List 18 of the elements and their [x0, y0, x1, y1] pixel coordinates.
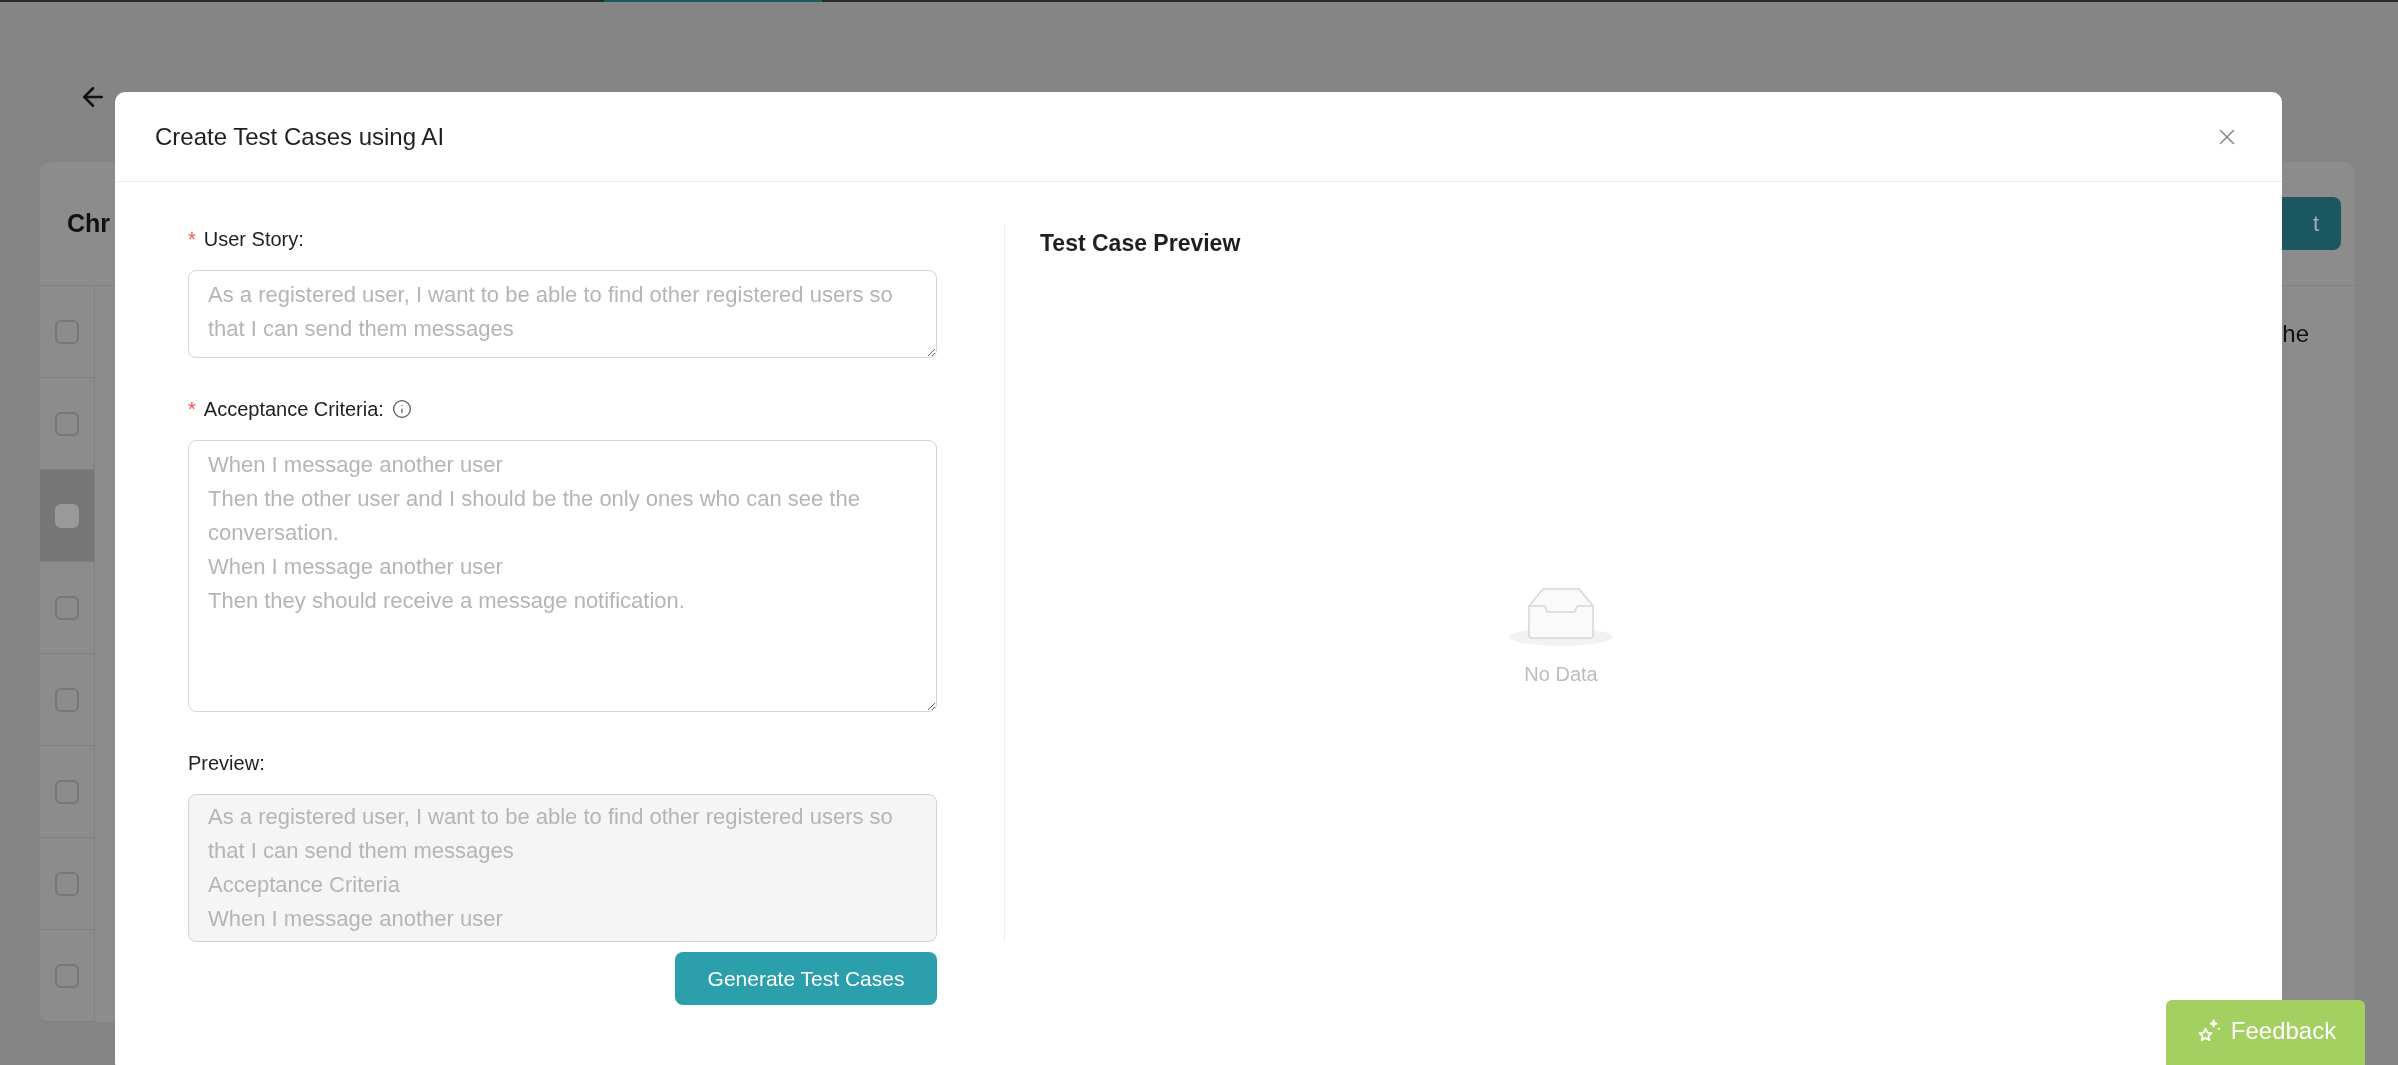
- field-label: Acceptance Criteria:: [203, 397, 384, 422]
- field-label: User Story:: [203, 227, 304, 252]
- info-icon[interactable]: [391, 399, 412, 419]
- card-title: Chr: [67, 207, 111, 239]
- feedback-button[interactable]: Feedback: [2166, 1000, 2365, 1065]
- generate-button[interactable]: Generate Test Cases: [675, 952, 937, 1005]
- required-mark: *: [188, 397, 196, 422]
- required-mark: *: [188, 227, 196, 252]
- text-area-field[interactable]: As a registered user, I want to be able to find other registered users so that I can send them messages: [188, 270, 937, 358]
- table-row[interactable]: [40, 470, 95, 562]
- empty-state-text: No Data: [1524, 661, 1598, 687]
- dialog-title: Create Test Cases using AI: [155, 121, 445, 152]
- preview-field: As a registered user, I want to be able to find other registered users so that I can send them messages Acceptance Criteria When I message another user: [188, 794, 937, 942]
- field-label: Preview:: [188, 751, 266, 776]
- row-checkbox[interactable]: [55, 503, 79, 528]
- text-area-field[interactable]: When I message another user Then the other user and I should be the only ones who can see the conversation. When I message another user Then they should receive a message notification.: [188, 440, 937, 712]
- panel-title: Test Case Preview: [1040, 229, 1242, 258]
- cell-text: he: [2282, 319, 2309, 349]
